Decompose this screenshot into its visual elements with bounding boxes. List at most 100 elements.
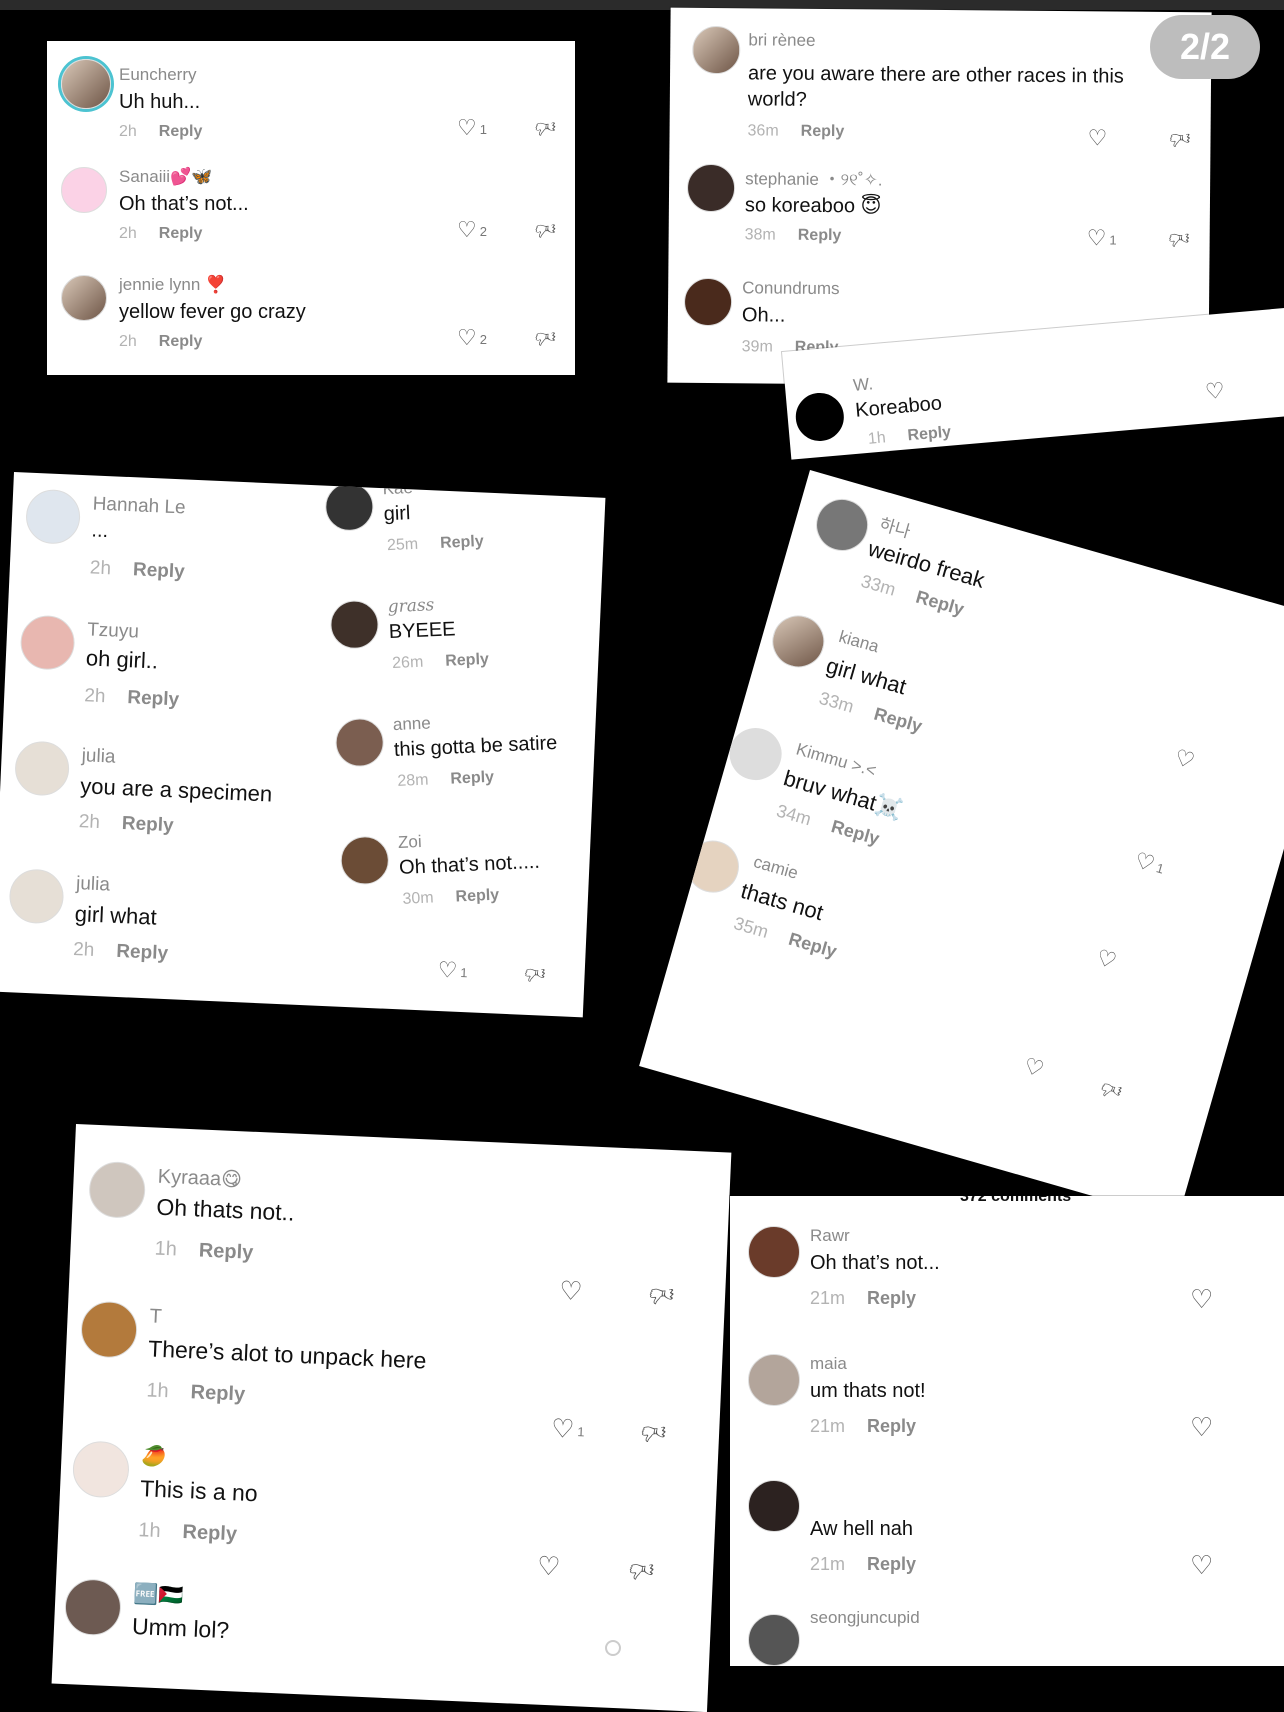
page-dot-2[interactable] <box>641 1644 653 1656</box>
avatar[interactable] <box>329 599 380 650</box>
dislike-button[interactable]: 👍︎ <box>524 961 546 986</box>
reply-button[interactable]: Reply <box>198 1239 253 1263</box>
reply-button[interactable]: Reply <box>182 1521 237 1545</box>
reply-button[interactable]: Reply <box>786 929 839 962</box>
reply-button[interactable]: Reply <box>798 227 842 244</box>
reply-button[interactable]: Reply <box>159 123 203 140</box>
like-button[interactable]: ♡1 <box>550 1413 585 1445</box>
comment-author[interactable]: maia <box>810 1354 847 1374</box>
comment-author[interactable]: seongjuncupid <box>810 1608 920 1628</box>
dislike-button[interactable]: 👍︎ <box>1169 226 1190 250</box>
dislike-button[interactable]: 👍︎ <box>649 1279 675 1308</box>
reply-button[interactable]: Reply <box>801 123 845 140</box>
reply-button[interactable]: Reply <box>445 651 489 670</box>
reply-button[interactable]: Reply <box>907 424 952 445</box>
like-button[interactable]: ♡ <box>1172 744 1198 774</box>
comment-author[interactable]: Conundrums <box>742 278 839 299</box>
reply-button[interactable]: Reply <box>133 559 186 582</box>
like-button[interactable]: ♡1 <box>1132 847 1168 880</box>
avatar[interactable] <box>723 721 788 787</box>
reply-button[interactable]: Reply <box>440 533 484 552</box>
reply-button[interactable]: Reply <box>867 1416 916 1436</box>
comment-author[interactable]: Sanaiii💕🦋 <box>119 167 212 187</box>
comment-author[interactable]: kiana <box>836 627 881 657</box>
avatar[interactable] <box>748 1480 800 1532</box>
avatar[interactable] <box>680 834 746 899</box>
comment-author[interactable]: Euncherry <box>119 65 196 85</box>
reply-button[interactable]: Reply <box>116 941 169 964</box>
comment-author[interactable]: 🆓🇵🇸 <box>133 1581 184 1608</box>
avatar[interactable] <box>61 275 107 321</box>
avatar[interactable] <box>334 717 385 768</box>
avatar[interactable] <box>71 1440 131 1499</box>
like-button[interactable]: ♡ <box>1204 378 1226 406</box>
dislike-button[interactable]: 👍︎ <box>1169 126 1190 150</box>
comment-author[interactable]: stephanie ・୨୧˚✧. <box>745 164 883 190</box>
avatar[interactable] <box>63 1578 123 1637</box>
comment-author[interactable]: camie <box>751 852 800 884</box>
avatar[interactable] <box>79 1300 139 1359</box>
comment-author[interactable]: Rawr <box>810 1226 850 1246</box>
avatar[interactable] <box>19 614 76 671</box>
avatar[interactable] <box>339 835 390 886</box>
dislike-button[interactable]: 👍︎ <box>641 1417 667 1446</box>
comment-author[interactable]: Kyraaa😋 <box>157 1164 242 1193</box>
avatar[interactable] <box>748 1354 800 1406</box>
like-button[interactable]: ♡ <box>1190 1550 1213 1581</box>
reply-button[interactable]: Reply <box>914 587 967 620</box>
reply-button[interactable]: Reply <box>121 813 174 836</box>
reply-button[interactable]: Reply <box>867 1288 916 1308</box>
reply-button[interactable]: Reply <box>455 887 499 906</box>
avatar[interactable] <box>61 59 111 109</box>
comment-author[interactable]: bri rènee <box>748 30 815 51</box>
avatar[interactable] <box>793 390 846 443</box>
like-button[interactable]: ♡1 <box>1087 225 1117 251</box>
reply-button[interactable]: Reply <box>159 333 203 350</box>
comment-author[interactable]: Kae <box>382 478 413 499</box>
reply-button[interactable]: Reply <box>450 769 494 788</box>
comment-author[interactable]: jennie lynn ❣️ <box>119 275 226 295</box>
comment-author[interactable]: 🥭 <box>141 1443 167 1469</box>
comment-author[interactable]: anne <box>392 713 431 735</box>
comment-author[interactable]: T <box>149 1305 162 1329</box>
avatar[interactable] <box>8 868 65 925</box>
avatar[interactable] <box>686 163 736 213</box>
like-button[interactable]: ♡ <box>1190 1412 1213 1443</box>
avatar[interactable] <box>692 25 741 75</box>
like-button[interactable]: ♡1 <box>437 957 468 984</box>
comment-author[interactable]: Zoi <box>398 832 422 853</box>
comment-author[interactable]: Hannah Le <box>92 493 186 519</box>
comment-author[interactable]: W. <box>852 374 874 396</box>
like-button[interactable]: ♡ <box>1190 1284 1213 1315</box>
avatar[interactable] <box>24 488 82 545</box>
comment-author[interactable]: grass <box>387 595 434 617</box>
like-button[interactable]: ♡ <box>559 1275 584 1307</box>
avatar[interactable] <box>683 277 733 327</box>
dislike-button[interactable]: 👍︎ <box>629 1555 655 1584</box>
like-button[interactable]: ♡1 <box>457 115 487 141</box>
reply-button[interactable]: Reply <box>867 1554 916 1574</box>
like-button[interactable]: ♡ <box>1087 125 1107 151</box>
avatar[interactable] <box>324 481 375 532</box>
avatar[interactable] <box>87 1160 147 1220</box>
like-button[interactable]: ♡ <box>536 1551 562 1583</box>
reply-button[interactable]: Reply <box>159 225 203 242</box>
dislike-button[interactable]: 👍︎ <box>535 325 556 349</box>
avatar[interactable] <box>61 167 107 213</box>
comment-author[interactable]: julia <box>76 873 111 896</box>
like-button[interactable]: ♡ 2 <box>457 325 487 351</box>
like-button[interactable]: ♡ 2 <box>457 217 487 243</box>
reply-button[interactable]: Reply <box>127 687 180 710</box>
comment-author[interactable]: julia <box>81 745 116 768</box>
avatar[interactable] <box>13 740 71 797</box>
avatar[interactable] <box>809 492 875 558</box>
like-button[interactable]: ♡ <box>1093 944 1120 974</box>
comment-author[interactable]: Tzuyu <box>87 619 140 643</box>
reply-button[interactable]: Reply <box>190 1381 245 1405</box>
reply-button[interactable]: Reply <box>829 816 882 849</box>
dislike-button[interactable]: 👍︎ <box>535 217 556 241</box>
avatar[interactable] <box>748 1226 800 1278</box>
avatar[interactable] <box>748 1614 800 1666</box>
like-button[interactable]: ♡ <box>763 500 789 530</box>
dislike-button[interactable]: 👍︎ <box>535 115 556 139</box>
